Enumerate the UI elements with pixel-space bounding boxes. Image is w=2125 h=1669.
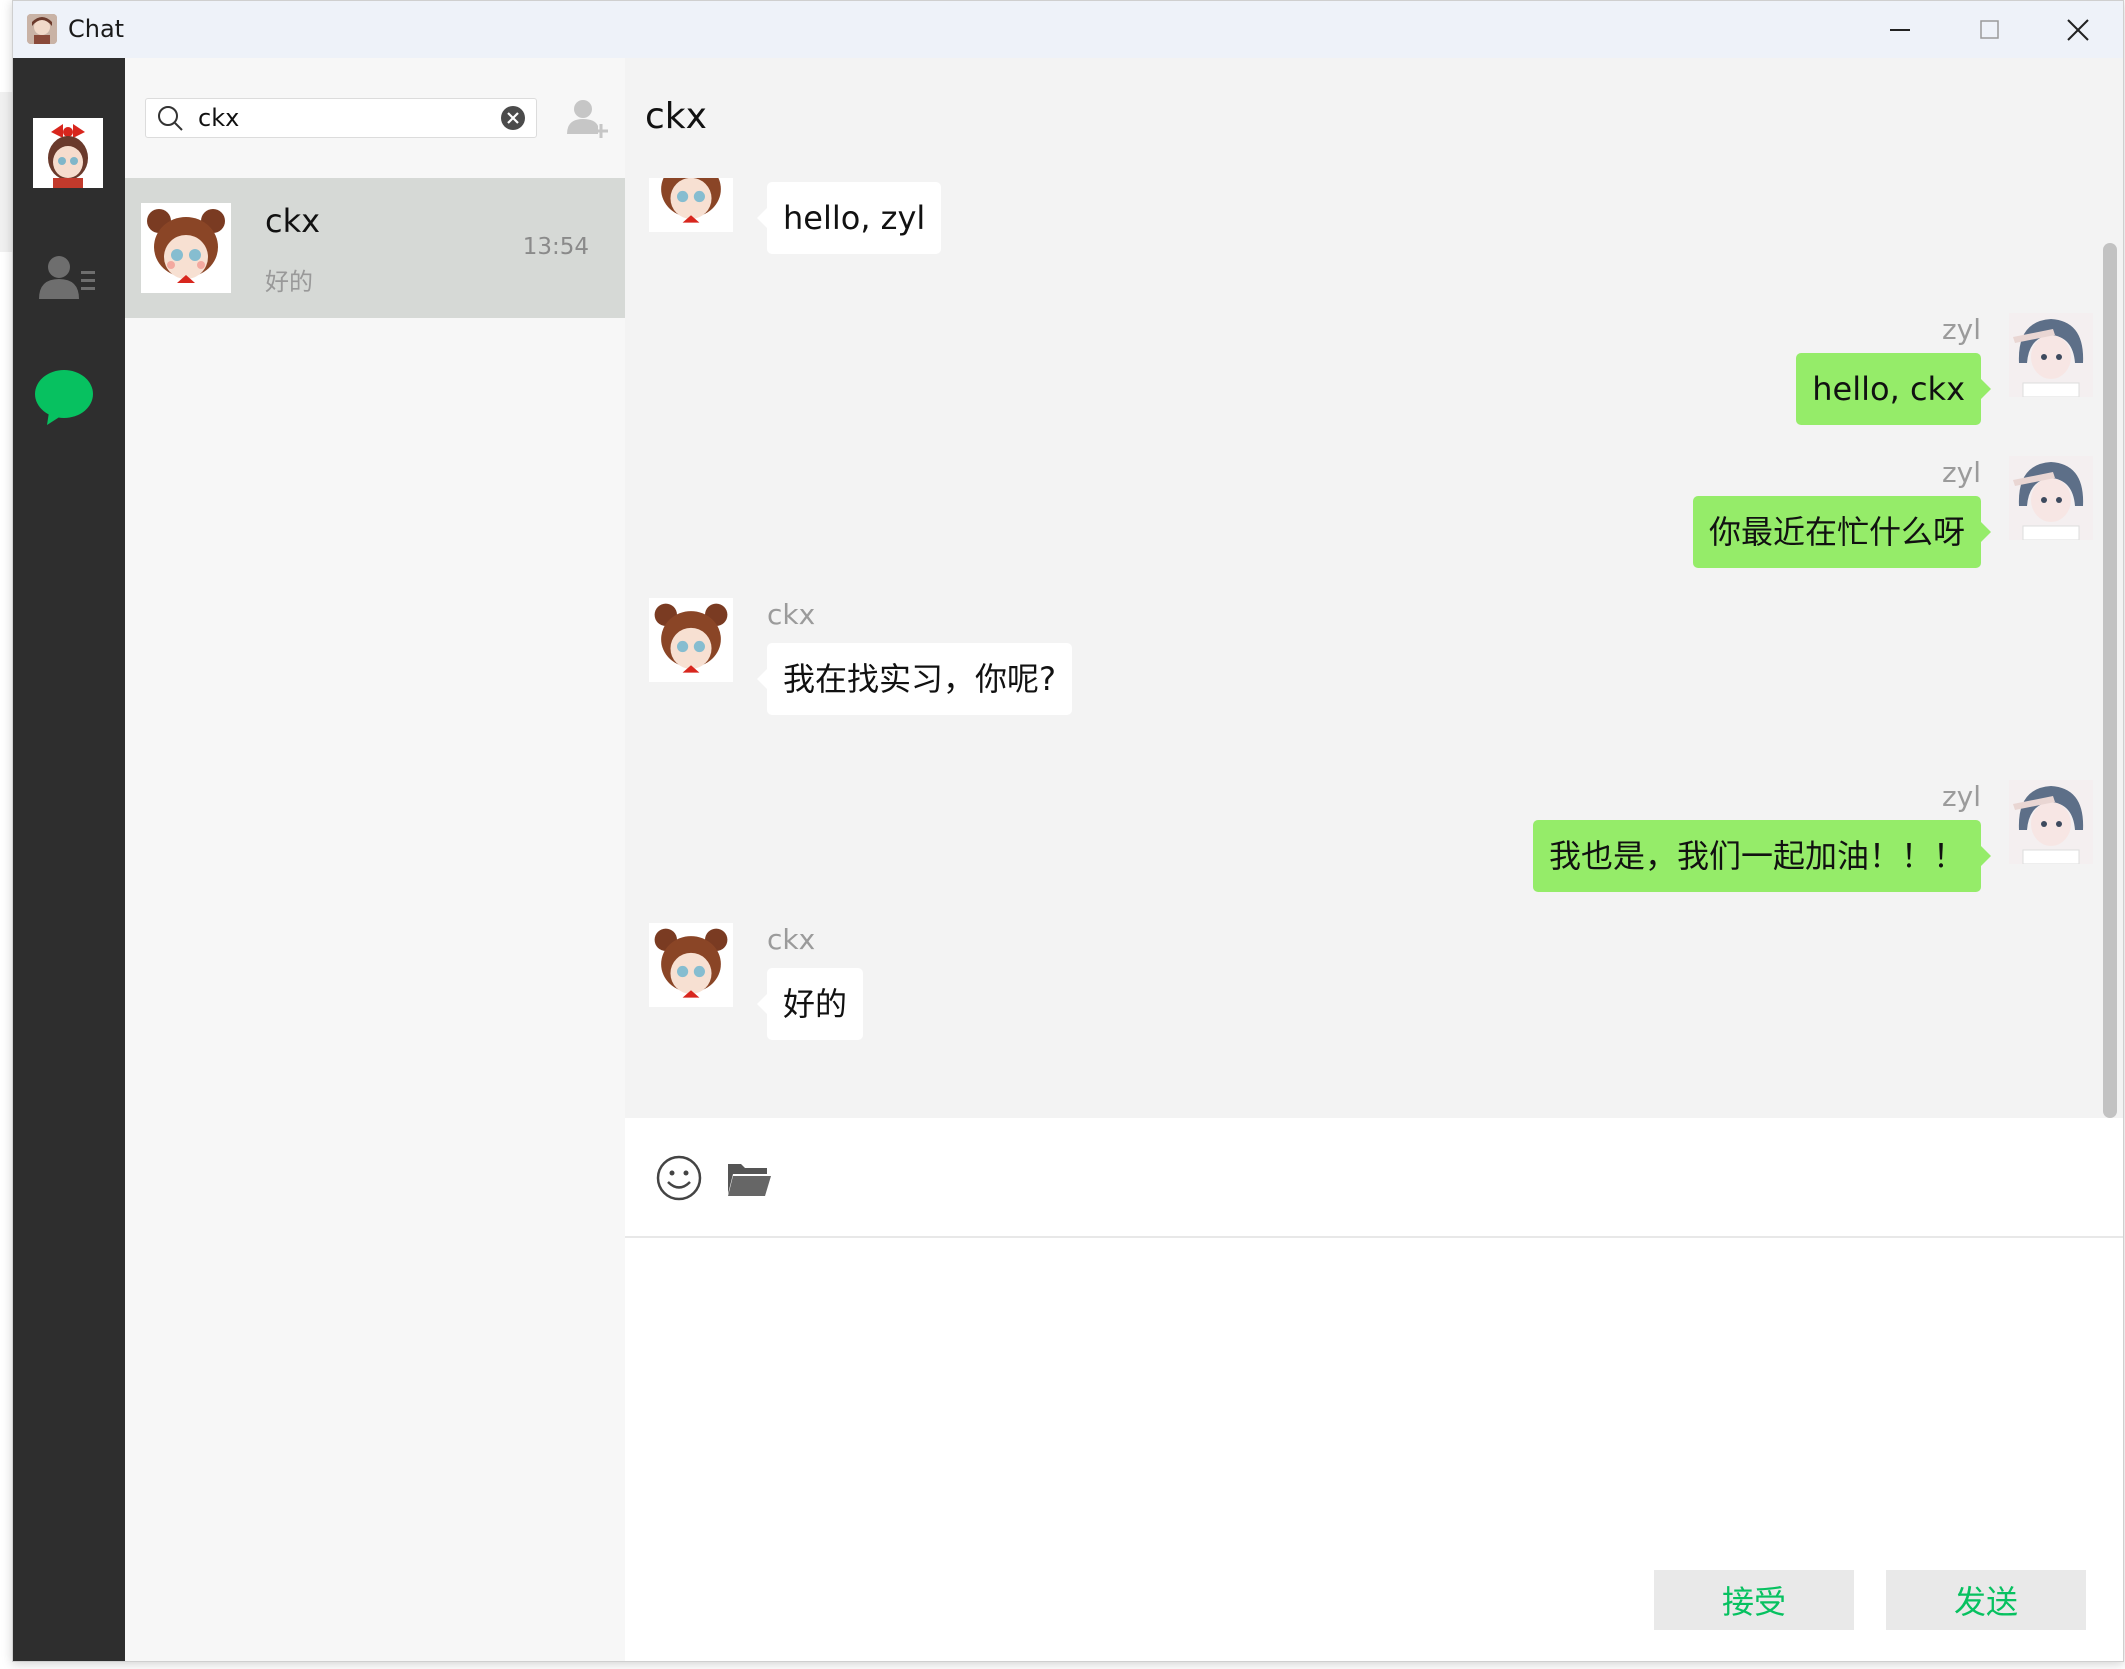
message-bubble: 我也是，我们一起加油！！！ xyxy=(1532,820,1992,892)
minimize-button[interactable] xyxy=(1855,1,1945,58)
chat-bubble-icon[interactable] xyxy=(33,368,95,426)
input-area: 接受 发送 xyxy=(625,1118,2123,1661)
emoji-icon[interactable] xyxy=(655,1154,703,1202)
message-row: hello, zyl xyxy=(625,178,2093,258)
message-bubble: 我在找实习，你呢? xyxy=(757,643,1072,715)
message-row: ckx 我在找实习，你呢? xyxy=(625,598,2093,728)
session-preview: 好的 xyxy=(265,268,313,296)
window-title: Chat xyxy=(68,15,125,43)
close-button[interactable] xyxy=(2033,1,2123,58)
maximize-button[interactable] xyxy=(1945,1,2035,58)
my-avatar[interactable] xyxy=(33,118,103,188)
search-icon xyxy=(158,106,183,131)
self-avatar xyxy=(2009,780,2093,864)
message-sender: ckx xyxy=(767,598,816,631)
close-icon xyxy=(2067,18,2089,41)
session-name: ckx xyxy=(265,202,321,240)
session-item-ckx[interactable]: ckx 好的 13:54 xyxy=(125,178,625,318)
message-bubble: hello, zyl xyxy=(756,182,942,254)
add-contact-icon[interactable] xyxy=(565,96,609,140)
search-box xyxy=(145,98,537,138)
accept-button[interactable]: 接受 xyxy=(1654,1570,1854,1630)
chat-panel: ckx hello, zyl zyl hello, ckx zyl 你最近在忙什… xyxy=(625,58,2123,1661)
contact-avatar xyxy=(141,203,231,293)
message-sender: zyl xyxy=(1941,313,1981,346)
minimize-icon xyxy=(1890,28,1910,31)
message-scrollbar[interactable] xyxy=(2103,243,2117,1118)
message-bubble: 好的 xyxy=(756,968,864,1040)
chat-window: Chat ckx ckx 好的 13:54 ckx hello, zyl zyl… xyxy=(12,0,2124,1662)
message-sender: ckx xyxy=(767,923,816,956)
folder-icon[interactable] xyxy=(725,1156,773,1200)
background-window-edge xyxy=(0,92,12,252)
send-button[interactable]: 发送 xyxy=(1886,1570,2086,1630)
navigation-rail xyxy=(13,58,125,1661)
message-row: zyl 你最近在忙什么呀 xyxy=(625,456,2093,586)
message-bubble: 你最近在忙什么呀 xyxy=(1692,496,1992,568)
contact-avatar xyxy=(649,923,733,1007)
contact-avatar xyxy=(649,178,733,232)
session-time: 13:54 xyxy=(522,234,589,260)
search-input[interactable] xyxy=(198,103,478,133)
message-input[interactable] xyxy=(645,1258,2093,1542)
maximize-icon xyxy=(1980,19,1999,39)
message-row: ckx 好的 xyxy=(625,923,2093,1053)
message-row: zyl hello, ckx xyxy=(625,313,2093,443)
chat-title: ckx xyxy=(645,96,707,137)
message-bubble: hello, ckx xyxy=(1796,353,1991,425)
self-avatar xyxy=(2009,456,2093,540)
message-sender: zyl xyxy=(1941,780,1981,813)
self-avatar xyxy=(2009,313,2093,397)
message-list: hello, zyl zyl hello, ckx zyl 你最近在忙什么呀 c… xyxy=(625,178,2123,1118)
input-toolbar xyxy=(625,1118,2123,1238)
title-bar: Chat xyxy=(13,1,2123,58)
app-icon xyxy=(27,14,57,44)
message-row: zyl 我也是，我们一起加油！！！ xyxy=(625,780,2093,910)
session-list-panel: ckx 好的 13:54 xyxy=(125,58,625,1661)
message-sender: zyl xyxy=(1941,456,1981,489)
contact-avatar xyxy=(649,598,733,682)
clear-search-icon[interactable] xyxy=(500,105,526,131)
contacts-icon[interactable] xyxy=(35,253,99,307)
